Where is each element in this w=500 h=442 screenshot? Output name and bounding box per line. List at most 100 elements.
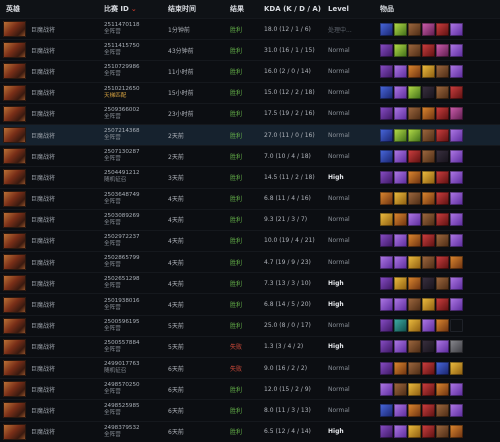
hero-cell[interactable]: 巨魔战将 [0,232,104,249]
hero-cell[interactable]: 巨魔战将 [0,105,104,122]
item-icon[interactable] [450,170,463,184]
hero-cell[interactable]: 巨魔战将 [0,42,104,59]
header-level[interactable]: Level [328,5,380,13]
hero-name[interactable]: 巨魔战将 [31,279,55,288]
item-icon[interactable] [450,425,463,439]
item-icon[interactable] [394,361,407,375]
item-icon[interactable] [408,192,421,206]
item-icon[interactable] [394,128,407,142]
item-icon[interactable] [380,107,393,121]
match-row[interactable]: 巨魔战将 2507130287 全阵营 2天前 胜利 7.0 (10 / 4 / 18) N… [0,145,500,166]
hero-portrait-icon[interactable] [3,211,26,228]
item-icon[interactable] [436,234,449,248]
match-id-cell[interactable]: 2498379532 全阵营 [104,425,168,439]
hero-name[interactable]: 巨魔战将 [31,427,55,436]
item-icon[interactable] [450,107,463,121]
item-icon[interactable] [394,213,407,227]
match-row[interactable]: 巨魔战将 2500557884 全阵营 5天前 失败 1.3 (3 / 4 / 2) Hig… [0,335,500,357]
item-icon[interactable] [394,107,407,121]
item-icon[interactable] [436,382,449,396]
item-icon[interactable] [450,319,463,333]
item-icon[interactable] [422,425,435,439]
hero-name[interactable]: 巨魔战将 [31,131,55,140]
hero-cell[interactable]: 巨魔战将 [0,190,104,207]
item-icon[interactable] [450,22,463,36]
hero-name[interactable]: 巨魔战将 [31,194,55,203]
hero-cell[interactable]: 巨魔战将 [0,21,104,38]
match-id-cell[interactable]: 2502651298 全阵营 [104,276,168,290]
match-id[interactable]: 2503648749 [104,192,168,199]
hero-portrait-icon[interactable] [3,127,26,144]
match-row[interactable]: 巨魔战将 2509366002 全阵营 23小时前 胜利 17.5 (19 / 2 / 1… [0,102,500,124]
hero-portrait-icon[interactable] [3,338,26,355]
match-row[interactable]: 巨魔战将 2501938016 全阵营 4天前 胜利 6.8 (14 / 5 / 20) H… [0,293,500,314]
match-row[interactable]: 巨魔战将 2503089269 全阵营 4天前 胜利 9.3 (21 / 3 / 7) No… [0,208,500,230]
item-icon[interactable] [394,43,407,57]
match-id-cell[interactable]: 2511415750 全阵营 [104,43,168,57]
item-icon[interactable] [380,403,393,417]
hero-portrait-icon[interactable] [3,105,26,122]
item-icon[interactable] [408,361,421,375]
item-icon[interactable] [394,340,407,354]
match-row[interactable]: 巨魔战将 2498570250 全阵营 6天前 胜利 12.0 (15 / 2 / 9) N… [0,378,500,399]
item-icon[interactable] [394,149,407,163]
item-icon[interactable] [450,361,463,375]
item-icon[interactable] [380,298,393,312]
hero-cell[interactable]: 巨魔战将 [0,275,104,292]
item-icon[interactable] [408,425,421,439]
item-icon[interactable] [422,340,435,354]
item-icon[interactable] [380,382,393,396]
item-icon[interactable] [408,340,421,354]
item-icon[interactable] [380,319,393,333]
item-icon[interactable] [450,213,463,227]
match-id-cell[interactable]: 2509366002 全阵营 [104,107,168,121]
item-icon[interactable] [422,170,435,184]
item-icon[interactable] [394,170,407,184]
item-icon[interactable] [436,319,449,333]
item-icon[interactable] [408,213,421,227]
item-icon[interactable] [422,213,435,227]
hero-cell[interactable]: 巨魔战将 [0,211,104,228]
item-icon[interactable] [450,382,463,396]
item-icon[interactable] [436,425,449,439]
item-icon[interactable] [422,361,435,375]
item-icon[interactable] [380,22,393,36]
hero-name[interactable]: 巨魔战将 [31,173,55,182]
hero-name[interactable]: 巨魔战将 [31,152,55,161]
header-end-time[interactable]: 结束时间 [168,4,230,14]
item-icon[interactable] [450,64,463,78]
hero-name[interactable]: 巨魔战将 [31,25,55,34]
hero-cell[interactable]: 巨魔战将 [0,254,104,271]
match-id-cell[interactable]: 2503089269 全阵营 [104,213,168,227]
item-icon[interactable] [408,64,421,78]
hero-name[interactable]: 巨魔战将 [31,109,55,118]
hero-cell[interactable]: 巨魔战将 [0,169,104,186]
hero-name[interactable]: 巨魔战将 [31,300,55,309]
item-icon[interactable] [450,340,463,354]
item-icon[interactable] [380,213,393,227]
hero-portrait-icon[interactable] [3,232,26,249]
hero-cell[interactable]: 巨魔战将 [0,84,104,101]
item-icon[interactable] [450,234,463,248]
match-id-cell[interactable]: 2500596195 全阵营 [104,319,168,333]
item-icon[interactable] [408,107,421,121]
match-row[interactable]: 巨魔战将 2499017763 随机征召 6天前 失败 9.0 (16 / 2 / 2) N… [0,357,500,378]
match-id[interactable]: 2502972237 [104,234,168,241]
hero-cell[interactable]: 巨魔战将 [0,402,104,419]
item-icon[interactable] [380,234,393,248]
item-icon[interactable] [450,43,463,57]
item-icon[interactable] [450,192,463,206]
item-icon[interactable] [450,149,463,163]
item-icon[interactable] [436,213,449,227]
item-icon[interactable] [422,234,435,248]
hero-portrait-icon[interactable] [3,254,26,271]
item-icon[interactable] [422,255,435,269]
hero-cell[interactable]: 巨魔战将 [0,360,104,377]
sort-desc-icon[interactable]: ⌄ [131,5,137,13]
item-icon[interactable] [394,276,407,290]
item-icon[interactable] [436,86,449,100]
item-icon[interactable] [394,22,407,36]
item-icon[interactable] [422,298,435,312]
match-id-cell[interactable]: 2503648749 全阵营 [104,192,168,206]
match-row[interactable]: 巨魔战将 2507214368 全阵营 2天前 胜利 27.0 (11 / 0 / 16)… [0,123,500,146]
